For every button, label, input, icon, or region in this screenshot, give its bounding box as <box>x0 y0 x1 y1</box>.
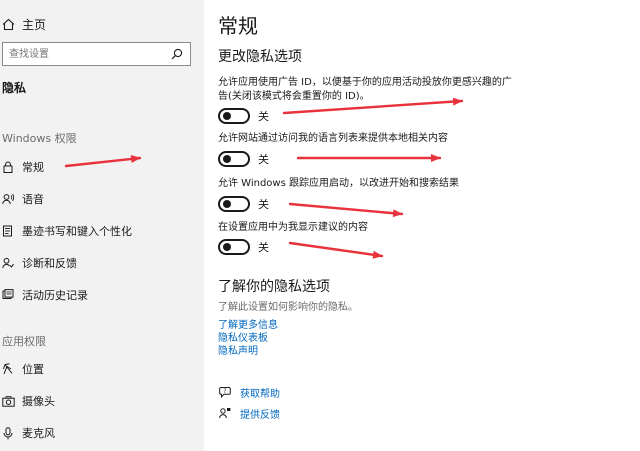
toggle-switch[interactable] <box>218 151 250 167</box>
microphone-icon <box>0 426 16 440</box>
page-title: 常规 <box>218 14 258 38</box>
advertising-id-toggle[interactable]: 关 <box>218 107 269 125</box>
sidebar-item-microphone[interactable]: 麦克风 <box>0 422 200 444</box>
inking-icon <box>0 225 16 237</box>
give-feedback-label: 提供反馈 <box>240 409 280 421</box>
help-chat-icon: ? <box>218 386 232 398</box>
know-privacy-options-description: 了解此设置如何影响你的隐私。 <box>218 302 358 313</box>
search-input[interactable] <box>3 47 168 61</box>
home-nav-item[interactable]: 主页 <box>0 14 46 34</box>
activity-history-icon <box>0 289 16 301</box>
diagnostics-icon <box>0 257 16 269</box>
sidebar-item-label: 语音 <box>22 193 44 206</box>
privacy-statement-link[interactable]: 隐私声明 <box>218 342 258 357</box>
toggle-state-label: 关 <box>258 110 269 123</box>
app-launch-tracking-description: 允许 Windows 跟踪应用启动，以改进开始和搜索结果 <box>218 178 459 189</box>
sidebar-item-label: 诊断和反馈 <box>22 257 77 270</box>
change-privacy-options-title: 更改隐私选项 <box>218 49 302 65</box>
feedback-icon <box>218 407 232 419</box>
suggested-content-toggle[interactable]: 关 <box>218 238 269 256</box>
toggle-switch[interactable] <box>218 108 250 124</box>
camera-icon <box>0 395 16 407</box>
sidebar-item-inking[interactable]: 墨迹书写和键入个性化 <box>0 220 200 242</box>
get-help-link[interactable]: ? 获取帮助 <box>218 384 280 400</box>
advertising-id-description: 允许应用使用广告 ID，以便基于你的应用活动投放你更感兴趣的广告(关闭该模式将会… <box>218 77 512 102</box>
windows-permissions-label: Windows 权限 <box>2 132 77 145</box>
sidebar-item-label: 位置 <box>22 363 44 376</box>
sidebar-item-camera[interactable]: 摄像头 <box>0 390 200 412</box>
suggested-content-description: 在设置应用中为我显示建议的内容 <box>218 222 368 233</box>
toggle-switch[interactable] <box>218 239 250 255</box>
app-launch-tracking-toggle[interactable]: 关 <box>218 195 269 213</box>
sidebar-item-diagnostics[interactable]: 诊断和反馈 <box>0 252 200 274</box>
give-feedback-link[interactable]: 提供反馈 <box>218 405 280 421</box>
language-list-toggle[interactable]: 关 <box>218 150 269 168</box>
know-privacy-options-title: 了解你的隐私选项 <box>218 279 330 295</box>
toggle-state-label: 关 <box>258 153 269 166</box>
lock-icon <box>0 161 16 173</box>
sidebar-item-location[interactable]: 位置 <box>0 358 200 380</box>
search-settings-box[interactable] <box>2 42 191 66</box>
sidebar-item-speech[interactable]: 语音 <box>0 188 200 210</box>
search-icon[interactable] <box>168 48 186 60</box>
sidebar-item-label: 摄像头 <box>22 395 55 408</box>
sidebar-item-label: 活动历史记录 <box>22 289 88 302</box>
location-icon <box>0 363 16 375</box>
svg-text:?: ? <box>223 388 226 395</box>
main-content: 常规 更改隐私选项 允许应用使用广告 ID，以便基于你的应用活动投放你更感兴趣的… <box>204 0 640 451</box>
sidebar-item-label: 常规 <box>22 161 44 174</box>
sidebar-item-label: 墨迹书写和键入个性化 <box>22 225 132 238</box>
toggle-switch[interactable] <box>218 196 250 212</box>
language-list-description: 允许网站通过访问我的语言列表来提供本地相关内容 <box>218 133 448 144</box>
toggle-state-label: 关 <box>258 241 269 254</box>
home-icon <box>0 18 16 31</box>
toggle-state-label: 关 <box>258 198 269 211</box>
sidebar-item-general[interactable]: 常规 <box>0 156 200 178</box>
sidebar-item-activity-history[interactable]: 活动历史记录 <box>0 284 200 306</box>
sidebar: 主页 隐私 Windows 权限 常规 语音 墨迹书写和键入个性化 诊断和反馈 <box>0 0 204 451</box>
sidebar-item-label: 麦克风 <box>22 427 55 440</box>
home-label: 主页 <box>22 17 47 32</box>
sidebar-section-title: 隐私 <box>2 81 27 95</box>
get-help-label: 获取帮助 <box>240 388 280 400</box>
app-permissions-label: 应用权限 <box>2 335 46 348</box>
speech-icon <box>0 193 16 205</box>
